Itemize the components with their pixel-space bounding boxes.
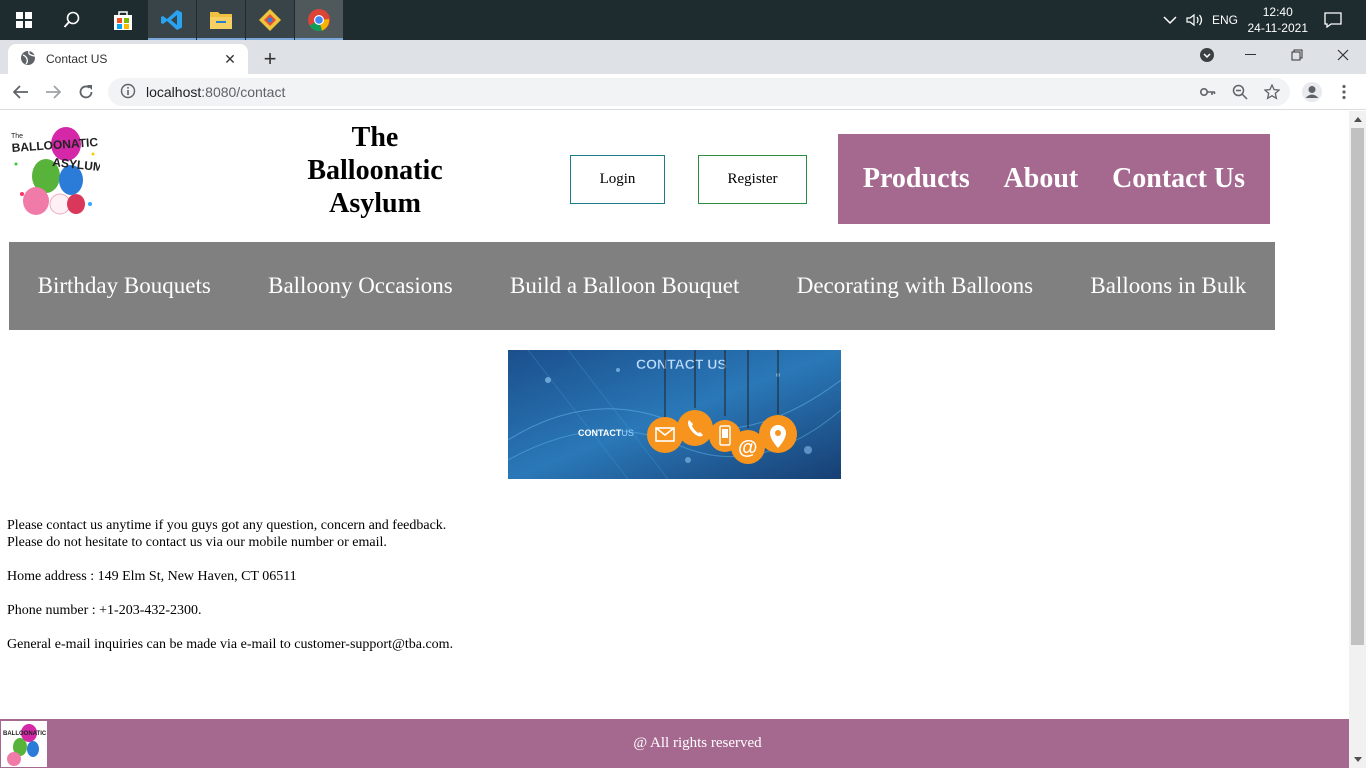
page-viewport: The BALLOONATIC ASYLUM The Balloonatic A… bbox=[0, 111, 1349, 768]
restore-icon[interactable] bbox=[1274, 40, 1320, 70]
url-host: localhost bbox=[146, 84, 202, 100]
tray-chevron-up-icon[interactable] bbox=[1163, 0, 1177, 40]
home-address: Home address : 149 Elm St, New Haven, CT… bbox=[7, 569, 297, 584]
category-link-decorating-with-balloons[interactable]: Decorating with Balloons bbox=[797, 273, 1033, 299]
reload-icon[interactable] bbox=[72, 78, 100, 106]
back-arrow-icon[interactable] bbox=[7, 78, 35, 106]
footer-copyright: @ All rights reserved bbox=[633, 735, 762, 751]
store-app-icon[interactable] bbox=[99, 0, 147, 40]
minimize-icon[interactable] bbox=[1228, 40, 1274, 70]
language-indicator[interactable]: ENG bbox=[1212, 0, 1238, 40]
contact-intro-line-1: Please contact us anytime if you guys go… bbox=[7, 518, 447, 533]
git-app-icon[interactable] bbox=[246, 0, 294, 40]
contact-content: Please contact us anytime if you guys go… bbox=[7, 517, 453, 670]
zoom-icon[interactable] bbox=[1226, 78, 1254, 106]
windows-taskbar: ENG 12:40 24-11-2021 bbox=[0, 0, 1366, 40]
tab-title: Contact US bbox=[46, 52, 108, 66]
vscode-app-icon[interactable] bbox=[148, 0, 196, 40]
browser-tab-strip: Contact US ✕ + bbox=[0, 40, 1366, 74]
clock-time: 12:40 bbox=[1262, 5, 1293, 19]
banner-side-label-bold: CONTACT bbox=[578, 428, 622, 438]
scrollbar-thumb[interactable] bbox=[1351, 128, 1364, 645]
profile-avatar-icon[interactable] bbox=[1298, 78, 1326, 106]
site-logo[interactable]: The BALLOONATIC ASYLUM bbox=[8, 124, 104, 216]
register-button[interactable]: Register bbox=[698, 155, 807, 204]
category-link-birthday-bouquets[interactable]: Birthday Bouquets bbox=[38, 273, 211, 299]
category-link-balloony-occasions[interactable]: Balloony Occasions bbox=[268, 273, 453, 299]
footer-logo[interactable]: BALLOONATIC bbox=[1, 721, 47, 767]
banner-heading: CONTACT US bbox=[636, 356, 727, 372]
url-path: :8080/contact bbox=[201, 84, 286, 100]
forward-arrow-icon[interactable] bbox=[39, 78, 67, 106]
notifications-icon[interactable] bbox=[1324, 0, 1342, 40]
menu-kebab-icon[interactable] bbox=[1330, 78, 1358, 106]
banner-side-label: CONTACTUS bbox=[578, 428, 634, 438]
tab-close-icon[interactable]: ✕ bbox=[222, 51, 238, 67]
category-link-build-a-balloon-bouquet[interactable]: Build a Balloon Bouquet bbox=[510, 273, 739, 299]
chrome-app-icon[interactable] bbox=[295, 0, 343, 40]
main-navigation: Products About Contact Us bbox=[838, 134, 1270, 224]
site-title-line: The bbox=[351, 122, 399, 153]
category-navigation: Birthday Bouquets Balloony Occasions Bui… bbox=[9, 242, 1275, 330]
site-footer: @ All rights reserved BALLOONATIC bbox=[0, 719, 1349, 768]
scroll-down-arrow-icon[interactable] bbox=[1349, 751, 1366, 768]
clock-date: 24-11-2021 bbox=[1247, 21, 1309, 35]
banner-side-label-light: US bbox=[621, 428, 634, 438]
volume-icon[interactable] bbox=[1186, 0, 1204, 40]
site-title-line: Balloonatic bbox=[307, 155, 443, 186]
svg-text:@: @ bbox=[738, 437, 758, 459]
taskbar-clock[interactable]: 12:40 24-11-2021 bbox=[1248, 4, 1309, 36]
site-title-line: Asylum bbox=[329, 188, 421, 219]
search-icon[interactable] bbox=[48, 0, 96, 40]
location-pin-icon bbox=[759, 415, 797, 453]
category-link-balloons-in-bulk[interactable]: Balloons in Bulk bbox=[1090, 273, 1246, 299]
url-text: localhost:8080/contact bbox=[146, 84, 285, 100]
file-explorer-app-icon[interactable] bbox=[197, 0, 245, 40]
email-inquiries: General e-mail inquiries can be made via… bbox=[7, 637, 454, 652]
tab-search-icon[interactable] bbox=[1184, 40, 1230, 70]
logo-text-the: The bbox=[11, 133, 23, 140]
globe-icon bbox=[20, 50, 36, 69]
page-scrollbar[interactable] bbox=[1349, 111, 1366, 768]
address-bar[interactable]: localhost:8080/contact bbox=[108, 78, 1290, 106]
contact-intro-line-2: Please do not hesitate to contact us via… bbox=[7, 535, 387, 550]
new-tab-button[interactable]: + bbox=[258, 48, 282, 72]
browser-tab-active[interactable]: Contact US ✕ bbox=[8, 44, 248, 74]
nav-link-about[interactable]: About bbox=[1004, 163, 1079, 195]
key-icon[interactable] bbox=[1194, 78, 1222, 106]
mail-icon bbox=[647, 417, 683, 453]
nav-link-contact-us[interactable]: Contact Us bbox=[1112, 163, 1245, 195]
windows-start-icon[interactable] bbox=[0, 0, 48, 40]
browser-toolbar: localhost:8080/contact bbox=[0, 74, 1366, 110]
bookmark-star-icon[interactable] bbox=[1258, 78, 1286, 106]
close-window-icon[interactable] bbox=[1320, 40, 1366, 70]
contact-us-banner-image: CONTACT US CONTACTUS @ bbox=[508, 350, 841, 479]
phone-icon bbox=[677, 410, 713, 446]
phone-number: Phone number : +1-203-432-2300. bbox=[7, 603, 202, 618]
info-icon[interactable] bbox=[120, 83, 136, 102]
scroll-up-arrow-icon[interactable] bbox=[1349, 111, 1366, 128]
footer-logo-text: BALLOONATIC bbox=[3, 731, 47, 737]
site-title: The Balloonatic Asylum bbox=[290, 121, 460, 220]
login-button[interactable]: Login bbox=[570, 155, 665, 204]
nav-link-products[interactable]: Products bbox=[863, 163, 970, 195]
